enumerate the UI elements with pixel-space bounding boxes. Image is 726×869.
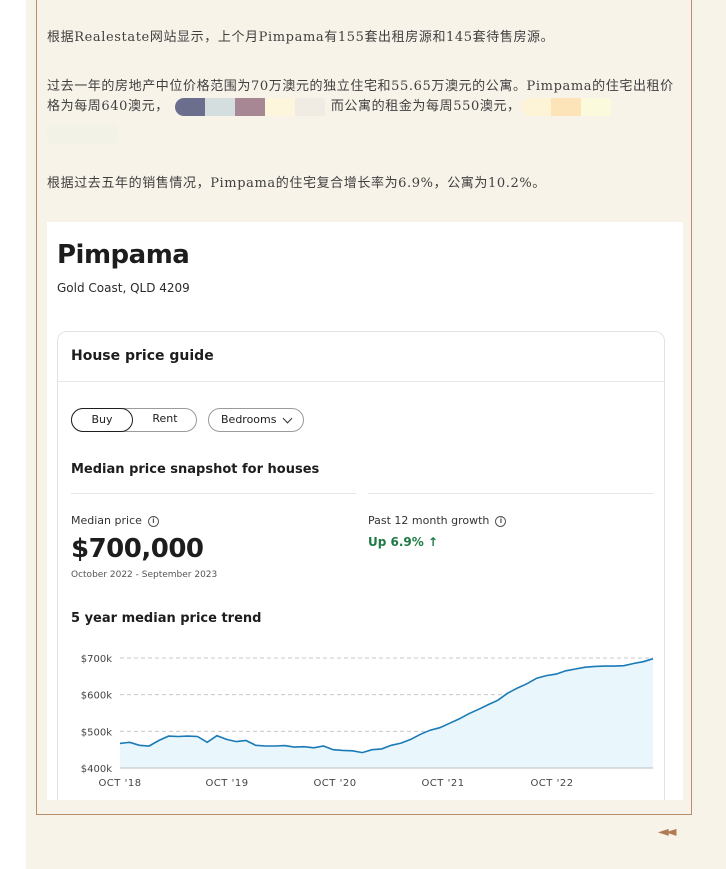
blurred-swatch xyxy=(294,98,325,116)
median-price-label-text: Median price xyxy=(71,514,142,527)
blurred-swatch xyxy=(550,98,581,116)
house-price-guide-panel: House price guide Buy Rent Bedrooms Medi… xyxy=(57,331,665,800)
divider xyxy=(368,493,653,494)
x-tick-label: OCT '20 xyxy=(313,778,356,789)
y-tick-label: $500k xyxy=(81,727,112,738)
suburb-title: Pimpama xyxy=(57,240,190,270)
blurred-swatch xyxy=(580,98,611,116)
blurred-swatch xyxy=(520,98,551,116)
y-tick-label: $600k xyxy=(81,691,112,702)
arrow-up-icon: ↑ xyxy=(427,535,439,549)
price-area xyxy=(120,658,653,768)
blurred-redaction-2 xyxy=(520,98,611,116)
median-price-value: $700,000 xyxy=(71,534,204,564)
blurred-swatch xyxy=(264,98,295,116)
price-guide-screenshot: Pimpama Gold Coast, QLD 4209 House price… xyxy=(47,222,683,800)
median-price-label: Median price i xyxy=(71,514,159,527)
paragraph-prices-text-b: 而公寓的租金为每周550澳元， xyxy=(330,99,521,114)
paragraph-prices: 过去一年的房地产中位价格范围为70万澳元的独立住宅和55.65万澳元的公寓。Pi… xyxy=(47,77,687,117)
growth-value: Up 6.9% ↑ xyxy=(368,535,438,549)
suburb-location: Gold Coast, QLD 4209 xyxy=(57,281,190,295)
growth-value-text: Up 6.9% xyxy=(368,535,424,549)
paragraph-growth: 根据过去五年的销售情况，Pimpama的住宅复合增长率为6.9%，公寓为10.2… xyxy=(47,176,546,191)
info-icon[interactable]: i xyxy=(147,515,159,527)
bedrooms-dropdown[interactable]: Bedrooms xyxy=(208,408,304,432)
back-arrows-icon[interactable]: ◄◄ xyxy=(658,824,676,840)
bedrooms-label: Bedrooms xyxy=(221,413,277,426)
x-tick-label: OCT '21 xyxy=(421,778,464,789)
growth-label: Past 12 month growth i xyxy=(368,514,507,527)
price-trend-chart: $400k $500k $600k $700k OCT '18 OCT '19 OCT '2… xyxy=(81,654,654,789)
rent-button[interactable]: Rent xyxy=(134,408,196,432)
snapshot-title: Median price snapshot for houses xyxy=(71,462,320,477)
panel-title: House price guide xyxy=(71,348,214,364)
chevron-down-icon xyxy=(282,413,293,424)
buy-rent-toggle[interactable]: Buy Rent xyxy=(71,408,197,432)
trend-title: 5 year median price trend xyxy=(71,611,262,626)
panel-divider xyxy=(58,381,664,382)
median-price-period: October 2022 - September 2023 xyxy=(71,570,218,580)
blurred-redaction-3 xyxy=(47,125,117,143)
article-frame: 根据Realestate网站显示，上个月Pimpama有155套出租房源和145… xyxy=(36,0,692,815)
x-tick-label: OCT '19 xyxy=(205,778,248,789)
blurred-redaction xyxy=(174,98,325,116)
blurred-swatch xyxy=(204,98,235,116)
blurred-swatch xyxy=(234,98,265,116)
blurred-swatch xyxy=(174,98,205,116)
y-tick-label: $400k xyxy=(81,764,112,775)
buy-button[interactable]: Buy xyxy=(71,408,133,432)
y-tick-label: $700k xyxy=(81,654,112,665)
x-tick-label: OCT '22 xyxy=(530,778,573,789)
divider xyxy=(71,493,356,494)
info-icon[interactable]: i xyxy=(495,515,507,527)
paragraph-listings: 根据Realestate网站显示，上个月Pimpama有155套出租房源和145… xyxy=(47,30,555,45)
growth-label-text: Past 12 month growth xyxy=(368,514,490,527)
x-tick-label: OCT '18 xyxy=(98,778,141,789)
